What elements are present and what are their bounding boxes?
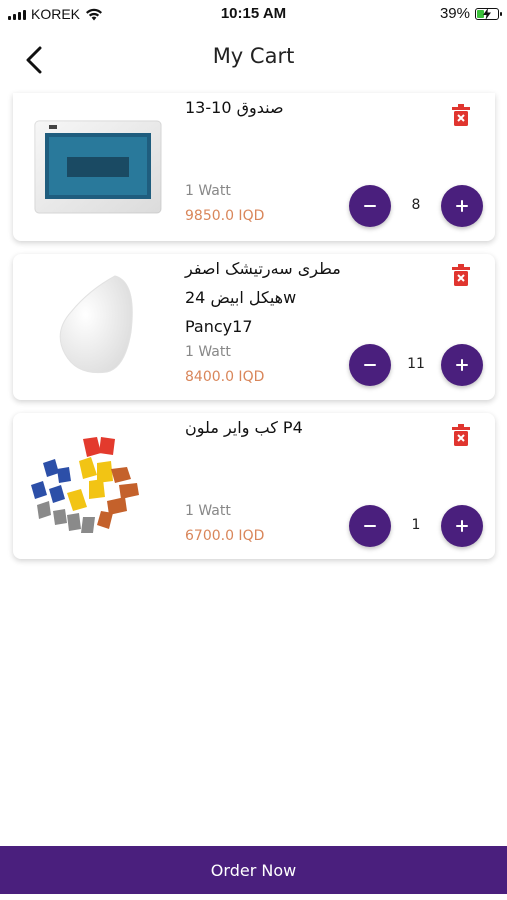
app-header: My Cart	[0, 38, 507, 82]
cart-item: كب واير ملون P4 1 Watt 6700.0 IQD 1	[13, 413, 495, 559]
status-time: 10:15 AM	[220, 5, 287, 22]
product-watt: 1 Watt	[185, 344, 231, 360]
status-right: 39%	[439, 5, 502, 22]
minus-icon	[364, 525, 376, 527]
cart-screen: KOREK 10:15 AM 39% My Cart صندوق 10-13 1…	[0, 0, 507, 900]
cart-item: صندوق 10-13 1 Watt 9850.0 IQD 8	[13, 93, 495, 241]
product-price: 9850.0 IQD	[185, 208, 265, 224]
increase-quantity-button[interactable]	[441, 344, 483, 386]
order-now-label: Order Now	[210, 860, 297, 880]
cart-list: صندوق 10-13 1 Watt 9850.0 IQD 8 مطری سەر…	[13, 93, 495, 572]
quantity-value: 8	[411, 197, 421, 213]
quantity-value: 1	[411, 517, 421, 533]
product-watt: 1 Watt	[185, 183, 231, 199]
status-bar: KOREK 10:15 AM 39%	[0, 0, 507, 28]
decrease-quantity-button[interactable]	[349, 505, 391, 547]
white-lamp-image	[59, 275, 133, 374]
wire-connectors-image	[31, 437, 139, 533]
battery-icon	[475, 7, 502, 20]
order-now-button[interactable]: Order Now	[0, 846, 507, 894]
delete-icon[interactable]	[451, 264, 471, 286]
increase-quantity-button[interactable]	[441, 505, 483, 547]
product-name-line: صندوق 10-13	[185, 98, 284, 117]
product-name-line: مطری سەرتیشک اصفر	[185, 259, 341, 278]
product-price: 6700.0 IQD	[185, 528, 265, 544]
cart-item: مطری سەرتیشک اصفر هیكل ابیض 24w Pancy17 …	[13, 254, 495, 400]
product-price: 8400.0 IQD	[185, 369, 265, 385]
product-name: كب واير ملون P4	[185, 413, 385, 442]
product-name-line: Pancy17	[185, 317, 253, 336]
decrease-quantity-button[interactable]	[349, 185, 391, 227]
product-name-line: هیكل ابیض 24w	[185, 288, 297, 307]
delete-icon[interactable]	[451, 104, 471, 126]
battery-percent: 39%	[439, 5, 470, 22]
page-title: My Cart	[212, 44, 295, 68]
distribution-box-image	[34, 120, 162, 214]
delete-icon[interactable]	[451, 424, 471, 446]
product-name-line: كب واير ملون P4	[185, 418, 303, 437]
decrease-quantity-button[interactable]	[349, 344, 391, 386]
product-name: مطری سەرتیشک اصفر هیكل ابیض 24w Pancy17	[185, 254, 385, 341]
minus-icon	[364, 364, 376, 366]
increase-quantity-button[interactable]	[441, 185, 483, 227]
quantity-value: 11	[407, 356, 425, 372]
product-watt: 1 Watt	[185, 503, 231, 519]
product-name: صندوق 10-13	[185, 93, 385, 122]
minus-icon	[364, 205, 376, 207]
